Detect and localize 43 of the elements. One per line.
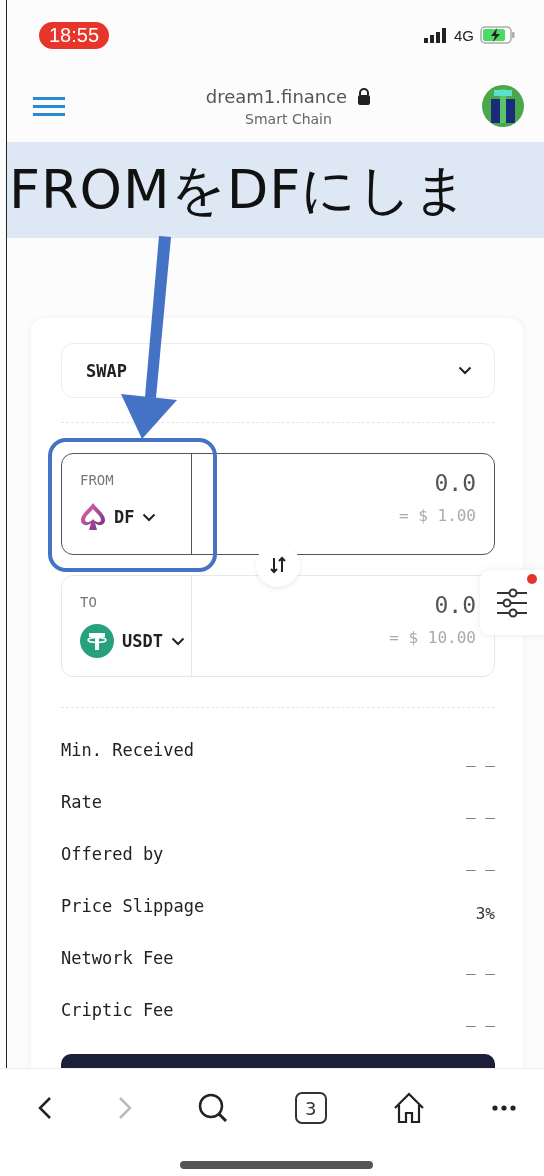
chevron-icon (170, 636, 185, 646)
network-name: Smart Chain (245, 110, 332, 127)
field-label: TO (80, 594, 98, 610)
more-button[interactable] (491, 1105, 516, 1111)
detail-label: Min. Received (61, 740, 195, 760)
back-button[interactable] (38, 1096, 52, 1120)
detail-label: Network Fee (61, 948, 174, 968)
network-type: 4G (454, 26, 474, 44)
menu-icon[interactable] (33, 96, 65, 116)
field-label: FROM (80, 472, 115, 488)
tether-icon (80, 624, 114, 658)
usd-value: = $ 1.00 (398, 506, 476, 525)
detail-label: Criptic Fee (61, 1000, 174, 1020)
battery-icon (480, 26, 516, 44)
detail-label: Price Slippage (61, 896, 205, 916)
detail-value: _ _ (466, 955, 495, 975)
token-selector[interactable]: DF (80, 502, 157, 532)
detail-value: _ _ (466, 747, 495, 767)
chevron-icon (142, 512, 157, 522)
swap-arrows-icon (269, 556, 287, 574)
detail-label: Rate (61, 792, 102, 812)
sliders-icon (495, 587, 529, 618)
chevron-icon (458, 366, 472, 375)
settings-button[interactable] (480, 570, 544, 635)
amount-value: 0.0 (434, 470, 476, 496)
swap-direction-button[interactable] (256, 543, 300, 587)
tabs-button[interactable]: 3 (294, 1092, 327, 1124)
search-button[interactable] (197, 1092, 230, 1124)
avatar-icon[interactable] (482, 85, 524, 127)
usd-value: = $ 10.00 (389, 628, 476, 647)
spade-icon (80, 502, 106, 532)
site-address: dream1.finance (205, 85, 348, 107)
annotation-caption: FROMをDFにしま (9, 156, 470, 223)
clock-time: 18:55 (39, 21, 110, 49)
lock-icon (357, 87, 372, 105)
detail-value: _ _ (466, 851, 495, 871)
detail-value: _ _ (466, 799, 495, 819)
detail-value: 3% (475, 903, 495, 923)
signal-icon (424, 27, 448, 43)
detail-label: Offered by (61, 844, 164, 864)
token-selector[interactable]: USDT (80, 624, 185, 658)
detail-value: _ _ (466, 1007, 495, 1027)
amount-value: 0.0 (434, 592, 476, 618)
